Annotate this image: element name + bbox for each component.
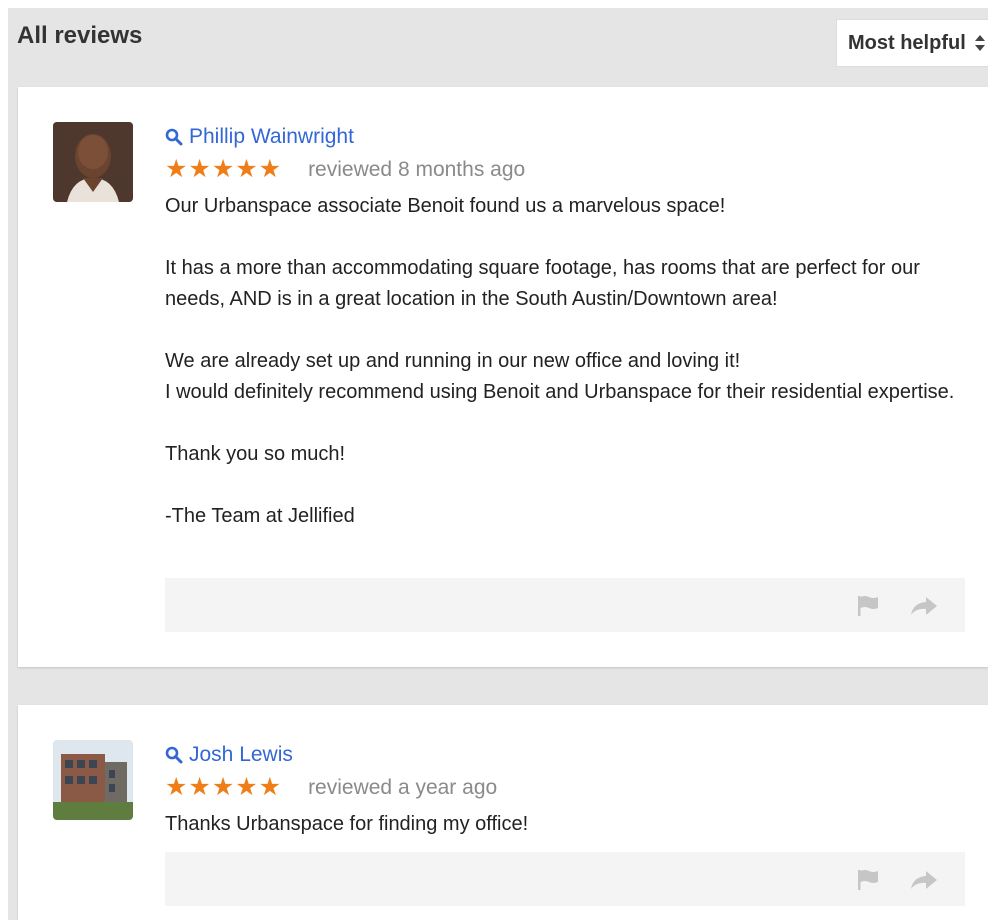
- reviewer-name-link[interactable]: Phillip Wainwright: [165, 125, 354, 149]
- reviewer-avatar[interactable]: [53, 122, 133, 202]
- review-card: Phillip Wainwright ★★★★★ reviewed 8 mont…: [18, 87, 988, 667]
- star-rating: ★★★★★: [165, 773, 283, 801]
- rating-row: ★★★★★ reviewed a year ago: [165, 775, 497, 800]
- review-line: Our Urbanspace associate Benoit found us…: [165, 195, 726, 217]
- review-line: -The Team at Jellified: [165, 505, 355, 527]
- review-date: reviewed 8 months ago: [308, 157, 526, 181]
- review-date: reviewed a year ago: [308, 775, 498, 799]
- review-line: Thank you so much!: [165, 443, 346, 465]
- share-icon[interactable]: [910, 595, 938, 622]
- sort-dropdown[interactable]: Most helpful: [836, 19, 988, 67]
- review-text: Thanks Urbanspace for finding my office!: [165, 809, 975, 840]
- reviewer-name-link[interactable]: Josh Lewis: [165, 743, 293, 767]
- flag-icon[interactable]: [856, 595, 882, 622]
- search-icon: [165, 746, 183, 764]
- review-line: We are already set up and running in our…: [165, 350, 741, 372]
- review-line: It has a more than accommodating square …: [165, 257, 920, 310]
- search-icon: [165, 128, 183, 146]
- review-actions: [165, 852, 965, 906]
- share-icon[interactable]: [910, 869, 938, 896]
- reviewer-name: Phillip Wainwright: [189, 125, 354, 148]
- page-title: All reviews: [17, 22, 143, 49]
- review-line: I would definitely recommend using Benoi…: [165, 381, 955, 403]
- review-text: Our Urbanspace associate Benoit found us…: [165, 191, 975, 532]
- flag-icon[interactable]: [856, 869, 882, 896]
- review-line: Thanks Urbanspace for finding my office!: [165, 813, 529, 835]
- star-rating: ★★★★★: [165, 155, 283, 183]
- review-actions: [165, 578, 965, 632]
- reviewer-name: Josh Lewis: [189, 743, 293, 766]
- sort-selected-label: Most helpful: [848, 31, 966, 54]
- review-card: Josh Lewis ★★★★★ reviewed a year ago Tha…: [18, 705, 988, 920]
- reviewer-avatar[interactable]: [53, 740, 133, 820]
- sort-arrows-icon: [974, 33, 986, 53]
- rating-row: ★★★★★ reviewed 8 months ago: [165, 157, 525, 182]
